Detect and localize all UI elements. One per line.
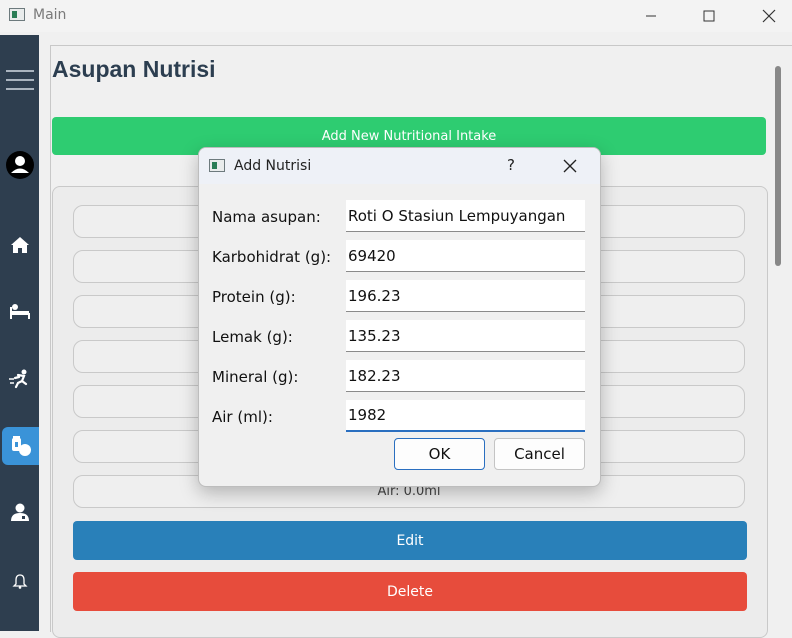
minimize-button[interactable] bbox=[628, 0, 674, 32]
mineral-input[interactable]: 182.23 bbox=[346, 360, 585, 392]
dialog-titlebar: Add Nutrisi ? bbox=[199, 148, 600, 184]
nama-asupan-label: Nama asupan: bbox=[212, 208, 321, 226]
protein-label: Protein (g): bbox=[212, 288, 296, 306]
minimize-icon bbox=[646, 15, 656, 17]
sidebar bbox=[0, 35, 39, 631]
nama-asupan-input[interactable]: Roti O Stasiun Lempuyangan bbox=[346, 200, 585, 232]
dialog-close-button[interactable] bbox=[555, 154, 585, 178]
home-icon bbox=[10, 236, 29, 253]
window-title: Main bbox=[33, 7, 67, 23]
sidebar-menu-toggle[interactable] bbox=[4, 64, 35, 95]
dialog-title: Add Nutrisi bbox=[234, 158, 312, 174]
maximize-icon bbox=[703, 10, 715, 22]
doctor-icon bbox=[10, 503, 29, 521]
window-titlebar: Main bbox=[0, 0, 792, 32]
delete-button[interactable]: Delete bbox=[73, 572, 747, 611]
lemak-label: Lemak (g): bbox=[212, 328, 293, 346]
sidebar-item-nutrition[interactable] bbox=[2, 427, 39, 465]
app-icon bbox=[9, 8, 25, 21]
running-icon bbox=[8, 369, 27, 388]
hamburger-menu-icon bbox=[5, 69, 34, 90]
sidebar-item-sleep[interactable] bbox=[4, 295, 35, 326]
sidebar-item-activity[interactable] bbox=[4, 363, 35, 394]
user-avatar-icon bbox=[5, 150, 34, 179]
bell-icon bbox=[11, 573, 28, 589]
close-icon bbox=[563, 159, 577, 173]
help-button[interactable]: ? bbox=[499, 156, 523, 176]
nutrition-icon bbox=[11, 436, 31, 456]
ok-button[interactable]: OK bbox=[394, 438, 485, 470]
sidebar-item-notifications[interactable] bbox=[4, 565, 35, 596]
maximize-button[interactable] bbox=[686, 0, 732, 32]
lemak-input[interactable]: 135.23 bbox=[346, 320, 585, 352]
close-icon bbox=[762, 9, 776, 23]
protein-input[interactable]: 196.23 bbox=[346, 280, 585, 312]
add-nutrisi-dialog: Add Nutrisi ? Nama asupan: Roti O Stasiu… bbox=[198, 147, 601, 487]
karbohidrat-input[interactable]: 69420 bbox=[346, 240, 585, 272]
karbohidrat-label: Karbohidrat (g): bbox=[212, 248, 332, 266]
air-label: Air (ml): bbox=[212, 408, 273, 426]
sleep-icon bbox=[9, 303, 30, 319]
close-button[interactable] bbox=[746, 0, 792, 32]
air-input[interactable]: 1982 bbox=[346, 400, 585, 432]
edit-button[interactable]: Edit bbox=[73, 521, 747, 560]
sidebar-item-home[interactable] bbox=[4, 229, 35, 260]
vertical-scrollbar[interactable] bbox=[775, 66, 781, 266]
mineral-label: Mineral (g): bbox=[212, 368, 299, 386]
cancel-button[interactable]: Cancel bbox=[494, 438, 585, 470]
dialog-app-icon bbox=[209, 159, 225, 172]
sidebar-item-doctor[interactable] bbox=[4, 496, 35, 527]
sidebar-item-profile[interactable] bbox=[4, 149, 35, 180]
page-title: Asupan Nutrisi bbox=[52, 56, 216, 82]
